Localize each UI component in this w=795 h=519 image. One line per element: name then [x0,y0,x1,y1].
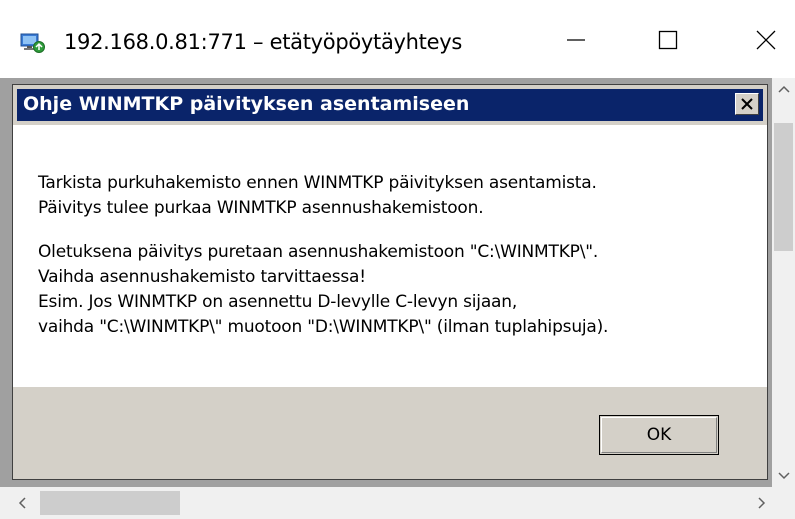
minimize-button[interactable] [545,14,607,66]
dialog-message-area: Tarkista purkuhakemisto ennen WINMTKP pä… [13,125,767,387]
horizontal-scrollbar[interactable] [0,487,772,519]
close-button[interactable] [735,14,795,66]
chevron-left-icon [18,497,26,509]
message-line: Oletuksena päivitys puretaan asennushake… [38,242,599,262]
scroll-up-button[interactable] [772,78,795,100]
dialog-message: Tarkista purkuhakemisto ennen WINMTKP pä… [38,171,608,340]
help-dialog: Ohje WINMTKP päivityksen asentamiseen Ta… [12,84,768,480]
dialog-titlebar[interactable]: Ohje WINMTKP päivityksen asentamiseen [17,89,763,121]
maximize-button[interactable] [637,14,699,66]
remote-desktop-icon [20,33,46,53]
close-icon [741,98,753,110]
vertical-scrollbar[interactable] [772,78,795,487]
message-line: Vaihda asennushakemisto tarvittaessa! [38,267,366,287]
message-line: Päivitys tulee purkaa WINMTKP asennushak… [38,198,484,218]
message-line: vaihda "C:\WINMTKP\" muotoon "D:\WINMTKP… [38,317,609,337]
dialog-close-button[interactable] [735,93,759,115]
scrollbar-corner [772,487,795,519]
dialog-title: Ohje WINMTKP päivityksen asentamiseen [23,93,470,115]
ok-button[interactable]: OK [599,415,719,455]
chevron-right-icon [758,497,766,509]
ok-button-label: OK [601,417,717,453]
message-line: Tarkista purkuhakemisto ennen WINMTKP pä… [38,173,597,193]
scroll-right-button[interactable] [752,493,772,513]
horizontal-scroll-thumb[interactable] [40,491,180,515]
message-line: Esim. Jos WINMTKP on asennettu D-levylle… [38,292,518,312]
maximize-icon [658,30,678,50]
minimize-icon [567,39,585,41]
scroll-down-button[interactable] [772,465,795,487]
vertical-scroll-thumb[interactable] [774,123,793,251]
chevron-down-icon [777,472,790,480]
rdp-window-titlebar: 192.168.0.81:771 – etätyöpöytäyhteys [0,0,795,78]
scroll-left-button[interactable] [12,493,32,513]
chevron-up-icon [777,85,790,93]
close-icon [756,30,776,50]
window-title: 192.168.0.81:771 – etätyöpöytäyhteys [64,30,462,54]
